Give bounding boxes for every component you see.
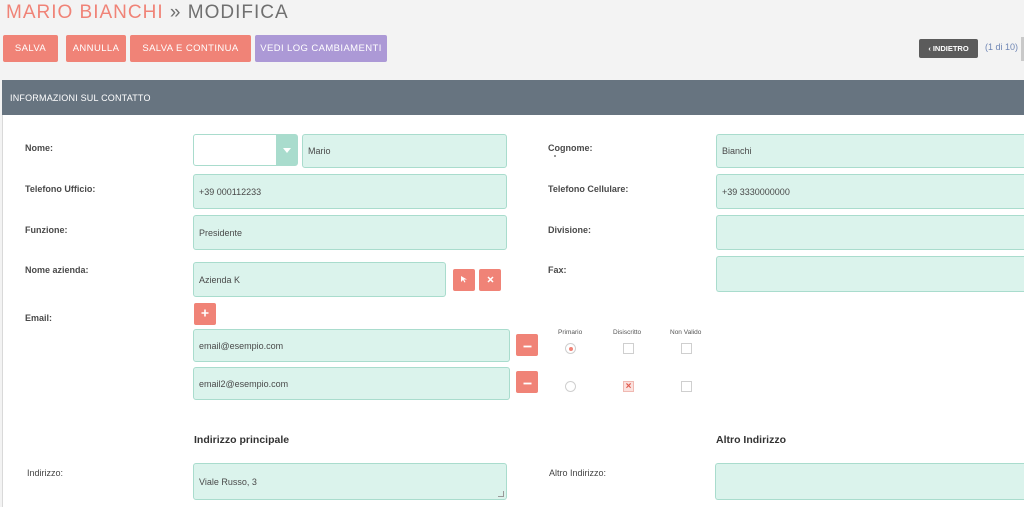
add-email-button[interactable] [194, 303, 216, 325]
division-input[interactable] [716, 215, 1024, 250]
title-separator: » [169, 2, 182, 23]
company-input[interactable]: Azienda K [193, 262, 446, 297]
address-textarea[interactable]: Viale Russo, 3 [193, 463, 507, 500]
email-label: Email: [25, 313, 53, 323]
clear-company-button[interactable] [479, 269, 501, 291]
email-primary-header: Primario [558, 329, 583, 336]
remove-email-button-1[interactable] [516, 334, 538, 356]
address-label: Indirizzo: [27, 468, 64, 478]
email-invalid-header: Non Valido [670, 329, 702, 336]
chevron-left-icon: ‹ [928, 44, 931, 53]
other-address-textarea[interactable] [715, 463, 1024, 500]
fax-label: Fax: [548, 265, 567, 275]
resize-grip-icon[interactable] [498, 491, 504, 497]
minus-icon [523, 339, 532, 351]
plus-icon [201, 308, 209, 320]
cancel-button[interactable]: ANNULLA [66, 35, 126, 62]
email-input-1[interactable]: email@esempio.com [193, 329, 510, 362]
edit-contact-page: MARIO BIANCHI » MODIFICA SALVA ANNULLA S… [0, 0, 1024, 507]
primary-address-heading: Indirizzo principale [194, 434, 290, 446]
email-invalid-checkbox-1[interactable] [681, 343, 692, 354]
first-name-input[interactable]: Mario [302, 134, 507, 168]
save-continue-button[interactable]: SALVA E CONTINUA [130, 35, 251, 62]
office-phone-label: Telefono Ufficio: [25, 184, 96, 194]
page-title: MARIO BIANCHI » MODIFICA [6, 2, 289, 24]
cursor-arrow-icon [460, 274, 468, 286]
back-button-label: INDIETRO [932, 44, 969, 53]
record-pager: (1 di 10) [985, 42, 1019, 52]
other-address-label: Altro Indirizzo: [549, 468, 607, 478]
chevron-down-icon [276, 135, 297, 165]
other-address-heading: Altro Indirizzo [716, 434, 786, 446]
fax-input[interactable] [716, 256, 1024, 292]
title-mode: MODIFICA [187, 2, 289, 23]
save-button[interactable]: SALVA [3, 35, 58, 62]
role-input[interactable]: Presidente [193, 215, 507, 250]
panel-header: INFORMAZIONI SUL CONTATTO [2, 80, 1024, 115]
email-invalid-checkbox-2[interactable] [681, 381, 692, 392]
select-company-button[interactable] [453, 269, 475, 291]
remove-email-button-2[interactable] [516, 371, 538, 393]
office-phone-input[interactable]: +39 000112233 [193, 174, 507, 209]
email-input-2[interactable]: email2@esempio.com [193, 367, 510, 400]
first-name-label: Nome: [25, 143, 54, 153]
email-primary-radio-2[interactable] [565, 381, 576, 392]
last-name-label: Cognome: [548, 143, 593, 153]
title-record-name: MARIO BIANCHI [6, 2, 164, 23]
required-mark [554, 155, 556, 157]
email-primary-radio-1[interactable] [565, 343, 576, 354]
role-label: Funzione: [25, 225, 68, 235]
email-unsubscribed-checkbox-1[interactable] [623, 343, 634, 354]
division-label: Divisione: [548, 225, 592, 235]
email-unsubscribed-header: Disiscritto [613, 329, 642, 336]
back-button[interactable]: ‹ INDIETRO [919, 39, 978, 58]
view-changelog-button[interactable]: VEDI LOG CAMBIAMENTI [255, 35, 387, 62]
last-name-input[interactable]: Bianchi [716, 134, 1024, 168]
email-unsubscribed-checkbox-2[interactable]: × [623, 381, 634, 392]
minus-icon [523, 376, 532, 388]
salutation-select[interactable] [193, 134, 298, 166]
company-label: Nome azienda: [25, 265, 89, 275]
address-text: Viale Russo, 3 [199, 476, 257, 487]
close-icon [486, 274, 494, 286]
mobile-phone-input[interactable]: +39 3330000000 [716, 174, 1024, 209]
mobile-phone-label: Telefono Cellulare: [548, 184, 629, 194]
